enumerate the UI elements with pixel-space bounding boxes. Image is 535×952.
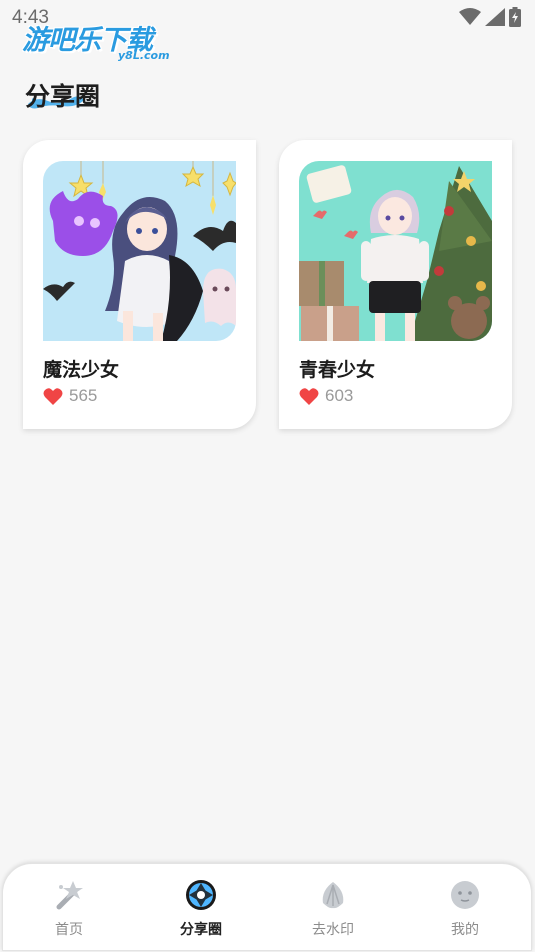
card-2-likes[interactable]: 603 — [299, 386, 353, 406]
heart-icon — [299, 388, 319, 405]
wand-icon — [56, 881, 83, 910]
cell-signal-icon — [485, 8, 505, 26]
watermark-logo: 游吧乐下载 y8L.com — [18, 16, 188, 68]
card-1-title: 魔法少女 — [43, 359, 120, 381]
card-2-thumbnail[interactable] — [299, 161, 492, 341]
nav-item-home[interactable]: 首页 — [3, 864, 135, 952]
nav-item-share-circle[interactable]: 分享圈 — [135, 864, 267, 952]
nav-label-share-circle: 分享圈 — [180, 922, 222, 938]
face-icon — [451, 881, 479, 909]
battery-icon — [509, 7, 521, 27]
wifi-icon — [459, 8, 481, 25]
aperture-icon — [186, 880, 216, 910]
nav-item-mine[interactable]: 我的 — [399, 864, 531, 952]
shell-icon — [322, 882, 344, 909]
watermark-subtitle: y8L.com — [118, 49, 170, 62]
heart-icon — [43, 388, 63, 405]
artwork-card-2[interactable]: 青春少女 603 — [279, 140, 512, 429]
card-1-like-count: 565 — [69, 386, 98, 405]
artwork-card-1[interactable]: 魔法少女 565 — [23, 140, 256, 429]
card-2-like-count: 603 — [325, 386, 354, 405]
card-1-thumbnail[interactable] — [43, 161, 236, 341]
nav-label-remove-watermark: 去水印 — [312, 922, 354, 938]
nav-label-mine: 我的 — [451, 922, 479, 938]
youth-girl-artwork — [299, 161, 492, 341]
nav-label-home: 首页 — [55, 922, 83, 938]
card-1-likes[interactable]: 565 — [43, 386, 97, 406]
magic-girl-artwork — [43, 161, 236, 341]
nav-item-remove-watermark[interactable]: 去水印 — [267, 864, 399, 952]
page-title: 分享圈 — [25, 82, 101, 111]
status-icons — [459, 6, 521, 28]
card-2-title: 青春少女 — [299, 359, 376, 381]
bottom-nav: 首页 分享圈 去水印 我的 — [2, 863, 532, 951]
